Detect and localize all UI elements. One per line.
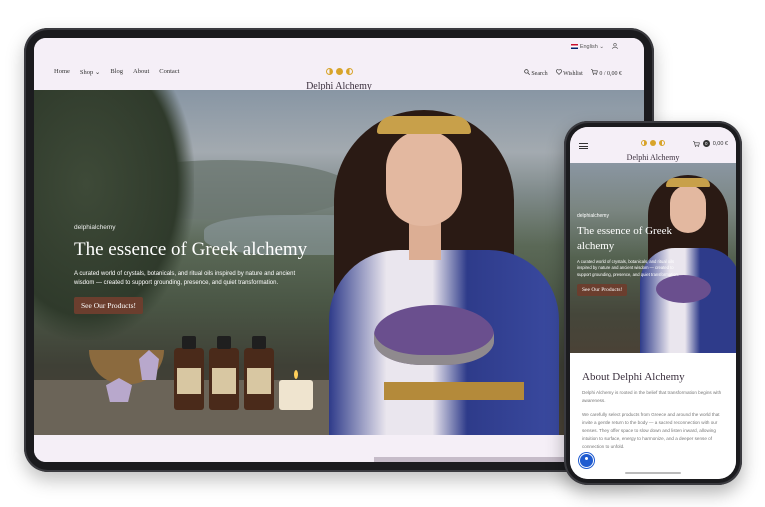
cart-total: 0,00 €	[712, 140, 728, 147]
golden-diadem	[377, 116, 471, 134]
accessibility-icon[interactable]	[579, 453, 594, 468]
phone-screen: Delphi Alchemy 0 0,00 € delphialchemy Th…	[570, 127, 736, 479]
about-paragraph: We carefully select products from Greece…	[582, 412, 720, 450]
uk-flag-icon	[570, 44, 578, 50]
language-switcher[interactable]: English ⌄	[570, 44, 604, 50]
amethyst-cluster	[374, 305, 494, 365]
header-actions: Search Wishlist 0 / 0,00 €	[524, 69, 622, 77]
oil-bottle	[174, 336, 204, 410]
phone-device: Delphi Alchemy 0 0,00 € delphialchemy Th…	[564, 121, 742, 485]
about-paragraph: Delphi Alchemy is rooted in the belief t…	[582, 390, 722, 404]
oil-bottle	[244, 336, 274, 410]
cart-count-badge: 0	[702, 140, 710, 147]
oil-bottle	[209, 336, 239, 410]
topbar: English ⌄	[570, 43, 618, 51]
section-image-strip	[374, 457, 574, 462]
about-title: About Delphi Alchemy	[582, 371, 685, 383]
hero-description: A curated world of crystals, botanicals,…	[577, 258, 679, 277]
cart-icon	[692, 140, 700, 147]
cart-icon	[590, 69, 598, 75]
mobile-site-logo[interactable]: Delphi Alchemy	[570, 133, 736, 162]
see-products-button[interactable]: See Our Products!	[74, 296, 143, 314]
logo-text: Delphi Alchemy	[626, 153, 680, 162]
tablet-device: English ⌄ Home Shop ⌄ Blog About Contact…	[24, 28, 654, 472]
site-logo[interactable]: Delphi Alchemy	[34, 62, 644, 92]
candle	[279, 370, 313, 410]
hero-kicker: delphialchemy	[74, 224, 116, 231]
mobile-hero-content: delphialchemy The essence of Greek alche…	[577, 213, 682, 297]
chevron-down-icon: ⌄	[599, 44, 604, 50]
see-products-button[interactable]: See Our Products!	[577, 284, 628, 297]
moon-phases-logo-icon	[325, 68, 353, 75]
golden-diadem	[666, 178, 710, 187]
search-icon	[524, 69, 530, 75]
about-section: About Delphi Alchemy Delphi Alchemy is r…	[570, 353, 736, 479]
mobile-hero-banner: delphialchemy The essence of Greek alche…	[570, 163, 736, 353]
search-link[interactable]: Search	[524, 69, 548, 77]
hero-description: A curated world of crystals, botanicals,…	[74, 270, 296, 287]
cart-link[interactable]: 0 / 0,00 €	[590, 69, 622, 77]
next-section	[34, 435, 644, 462]
hero-kicker: delphialchemy	[577, 213, 609, 219]
mobile-header: Delphi Alchemy 0 0,00 €	[570, 127, 736, 163]
moon-phases-logo-icon	[641, 140, 665, 146]
hero-woman-illustration	[314, 90, 564, 435]
golden-belt	[384, 382, 524, 400]
wishlist-link[interactable]: Wishlist	[555, 69, 583, 77]
tablet-screen: English ⌄ Home Shop ⌄ Blog About Contact…	[34, 38, 644, 462]
site-header: English ⌄ Home Shop ⌄ Blog About Contact…	[34, 38, 644, 92]
hero-banner: delphialchemy The essence of Greek alche…	[34, 90, 644, 435]
home-indicator	[625, 472, 681, 474]
mobile-cart[interactable]: 0 0,00 €	[692, 140, 728, 147]
heart-icon	[555, 69, 562, 75]
hero-title: The essence of Greek alchemy	[74, 239, 308, 260]
hero-title: The essence of Greek alchemy	[577, 225, 672, 252]
user-icon[interactable]	[612, 43, 618, 51]
hero-content: delphialchemy The essence of Greek alche…	[74, 224, 344, 314]
